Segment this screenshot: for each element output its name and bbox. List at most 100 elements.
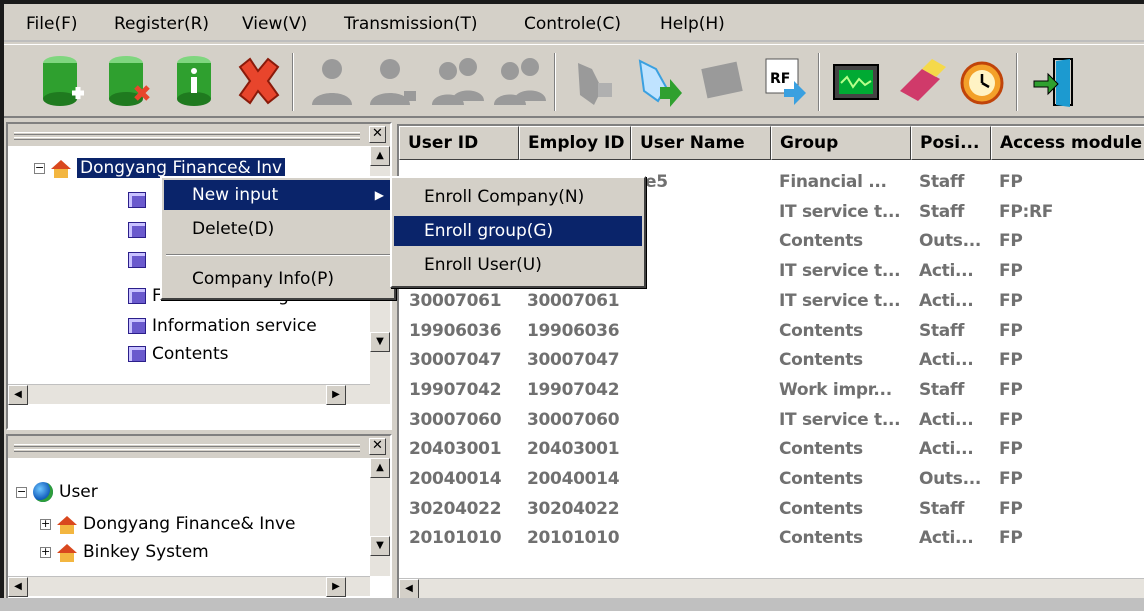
remove-db-icon[interactable] xyxy=(102,53,154,111)
column-header-employ-id[interactable]: Employ ID xyxy=(519,126,631,160)
table-row[interactable]: 20403001 20403001 Contents Acti... FP xyxy=(399,437,1144,465)
eraser-icon[interactable] xyxy=(894,53,946,111)
cell-position: Acti... xyxy=(919,528,974,549)
menu-file[interactable]: File(F) xyxy=(26,14,78,34)
close-icon[interactable]: ✕ xyxy=(369,126,386,143)
menu-item-company-info[interactable]: Company Info(P) xyxy=(164,264,392,294)
tree-item[interactable] xyxy=(128,188,146,212)
scroll-down-icon[interactable]: ▼ xyxy=(370,536,390,556)
users-remove-icon[interactable] xyxy=(494,53,546,111)
tree-item-label[interactable]: Contents xyxy=(152,344,228,364)
home-icon xyxy=(51,159,71,178)
tree-root-label[interactable]: User xyxy=(59,482,98,502)
column-header-access-module[interactable]: Access module xyxy=(991,126,1144,160)
menu-item-delete[interactable]: Delete(D) xyxy=(164,214,392,244)
column-header-user-name[interactable]: User Name xyxy=(631,126,771,160)
horizontal-scrollbar[interactable]: ◀ xyxy=(399,578,1144,598)
table-row[interactable]: 19907042 19907042 Work impr... Staff FP xyxy=(399,378,1144,406)
user-edit-icon[interactable] xyxy=(368,53,420,111)
collapse-icon[interactable]: − xyxy=(16,486,27,498)
db-info-icon[interactable] xyxy=(168,53,220,111)
cell-employ-id: 30007060 xyxy=(527,409,620,430)
card-icon[interactable] xyxy=(696,53,748,111)
pane-grip[interactable] xyxy=(14,132,360,135)
menu-item-enroll-company[interactable]: Enroll Company(N) xyxy=(394,182,642,212)
tree-item-label[interactable]: Information service xyxy=(152,316,317,336)
clock-icon[interactable] xyxy=(956,53,1008,111)
table-row[interactable]: 30007061 30007061 IT service t... Acti... FP xyxy=(399,289,1144,317)
collapse-icon[interactable]: − xyxy=(34,162,45,174)
scroll-left-icon[interactable]: ◀ xyxy=(8,385,28,405)
home-icon xyxy=(57,515,77,534)
scroll-up-icon[interactable]: ▲ xyxy=(370,146,390,166)
cell-position: Acti... xyxy=(919,350,974,371)
cell-user-id: 20403001 xyxy=(409,439,502,460)
users-icon[interactable] xyxy=(432,53,484,111)
table-row[interactable]: 30007047 30007047 Contents Acti... FP xyxy=(399,348,1144,376)
tree-item[interactable]: Information service xyxy=(128,314,317,338)
menu-item-new-input[interactable]: New input ▶ xyxy=(164,180,392,210)
column-header-position[interactable]: Posi... xyxy=(911,126,991,160)
expand-icon[interactable]: + xyxy=(40,518,51,530)
menu-transmission[interactable]: Transmission(T) xyxy=(344,14,477,34)
cell-access-module: FP xyxy=(999,231,1023,252)
tree-item-label[interactable]: Dongyang Finance& Inve xyxy=(83,514,296,534)
tree-root[interactable]: − User xyxy=(16,480,98,504)
menu-item-enroll-group[interactable]: Enroll group(G) xyxy=(394,216,642,246)
scroll-left-icon[interactable]: ◀ xyxy=(8,577,28,597)
cell-position: Staff xyxy=(919,201,965,222)
tree-item[interactable]: + Dongyang Finance& Inve xyxy=(40,512,296,536)
delete-icon[interactable] xyxy=(232,53,284,111)
expand-icon[interactable]: + xyxy=(40,546,51,558)
table-row[interactable]: 30007060 30007060 IT service t... Acti... FP xyxy=(399,408,1144,436)
tree-item[interactable] xyxy=(128,248,146,272)
tree-root-label[interactable]: Dongyang Finance& Inv xyxy=(77,158,286,178)
rf-icon[interactable]: RF xyxy=(758,53,810,111)
cell-group: IT service t... xyxy=(779,201,901,222)
horizontal-scrollbar[interactable]: ◀ ▶ xyxy=(8,384,370,405)
globe-icon xyxy=(33,482,53,502)
toolbar: RF xyxy=(4,44,1144,118)
column-header-group[interactable]: Group xyxy=(771,126,911,160)
cell-access-module: FP xyxy=(999,379,1023,400)
add-db-icon[interactable] xyxy=(36,53,88,111)
cell-employ-id: 20101010 xyxy=(527,528,620,549)
menu-view[interactable]: View(V) xyxy=(242,14,307,34)
table-row[interactable]: 20101010 20101010 Contents Acti... FP xyxy=(399,526,1144,554)
menu-register[interactable]: Register(R) xyxy=(114,14,209,34)
cell-position: Acti... xyxy=(919,439,974,460)
tree-item[interactable]: Contents xyxy=(128,344,228,364)
horizontal-scrollbar[interactable]: ◀ ▶ xyxy=(8,576,370,597)
scroll-up-icon[interactable]: ▲ xyxy=(370,458,390,478)
scroll-left-icon[interactable]: ◀ xyxy=(399,579,419,598)
exit-icon[interactable] xyxy=(1030,53,1082,111)
hand-download-icon[interactable] xyxy=(568,53,620,111)
close-icon[interactable]: ✕ xyxy=(369,438,386,455)
menu-item-label: New input xyxy=(192,185,279,205)
tree-item-label[interactable]: Binkey System xyxy=(83,542,209,562)
cell-employ-id: 19906036 xyxy=(527,320,620,341)
tree-item[interactable]: + Binkey System xyxy=(40,542,209,562)
menu-controle[interactable]: Controle(C) xyxy=(524,14,621,34)
cell-access-module: FP xyxy=(999,290,1023,311)
scroll-right-icon[interactable]: ▶ xyxy=(326,385,346,405)
table-row[interactable]: 20040014 20040014 Contents Outs... FP xyxy=(399,467,1144,495)
user-icon[interactable] xyxy=(306,53,358,111)
tree-item[interactable] xyxy=(128,218,146,242)
monitor-icon[interactable] xyxy=(830,53,882,111)
menu-item-enroll-user[interactable]: Enroll User(U) xyxy=(394,250,642,280)
hand-enroll-icon[interactable] xyxy=(632,53,684,111)
table-row[interactable]: 30204022 30204022 Contents Staff FP xyxy=(399,497,1144,525)
table-row[interactable]: 19906036 19906036 Contents Staff FP xyxy=(399,319,1144,347)
menu-bar: File(F) Register(R) View(V) Transmission… xyxy=(4,4,1144,42)
cell-user-name: e5 xyxy=(645,172,668,192)
scroll-right-icon[interactable]: ▶ xyxy=(326,577,346,597)
menu-help[interactable]: Help(H) xyxy=(660,14,725,34)
menu-separator xyxy=(166,254,390,256)
cell-access-module: FP xyxy=(999,320,1023,341)
scroll-down-icon[interactable]: ▼ xyxy=(370,332,390,352)
vertical-scrollbar[interactable]: ▲ ▼ xyxy=(370,458,390,576)
column-header-user-id[interactable]: User ID xyxy=(399,126,519,160)
pane-grip[interactable] xyxy=(14,444,360,447)
cell-group: Contents xyxy=(779,320,863,341)
